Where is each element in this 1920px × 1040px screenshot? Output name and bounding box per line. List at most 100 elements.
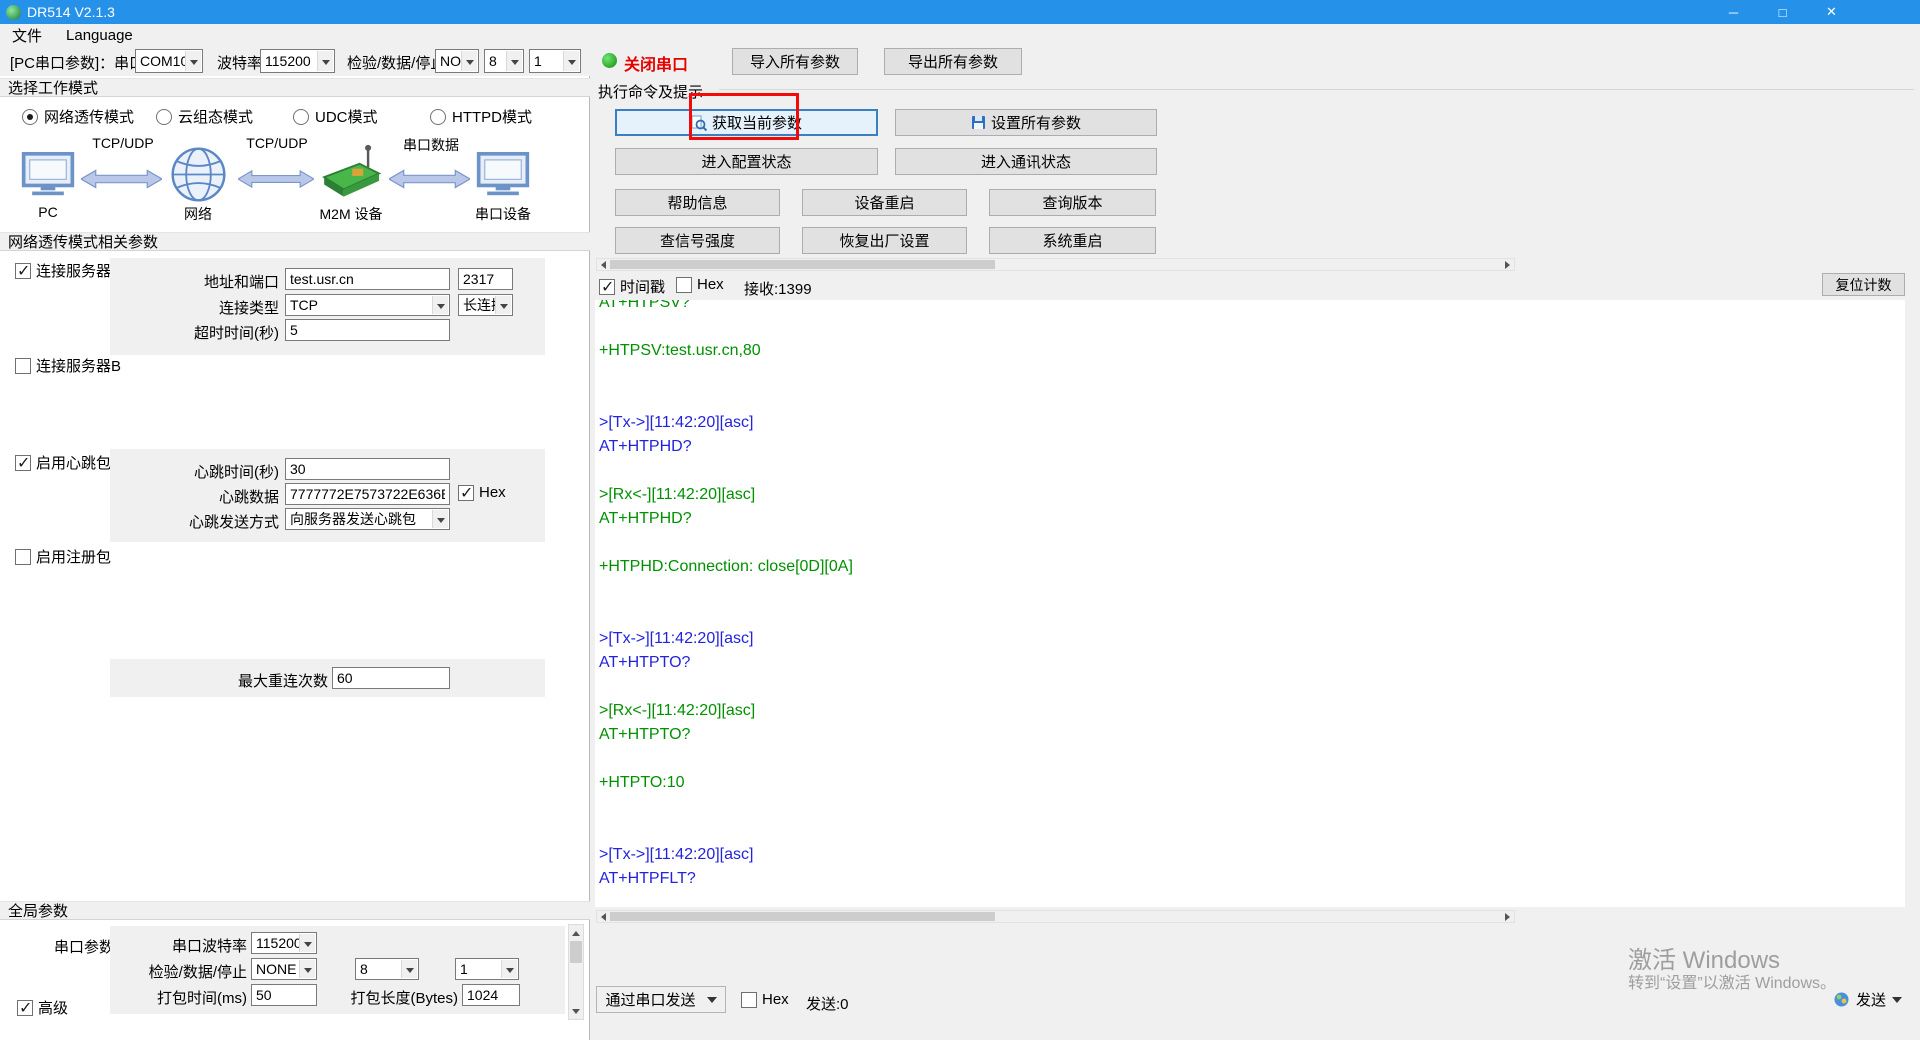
- help-info-button[interactable]: 帮助信息: [615, 189, 780, 216]
- timeout-label: 超时时间(秒): [110, 322, 279, 343]
- radio-icon: [22, 109, 38, 125]
- log-line: [599, 579, 1905, 603]
- reconnect-group: 最大重连次数: [110, 659, 545, 697]
- scrollbar-thumb[interactable]: [610, 912, 995, 921]
- menu-language[interactable]: Language: [54, 27, 145, 44]
- reset-count-button[interactable]: 复位计数: [1822, 273, 1905, 296]
- chevron-down-icon: [437, 304, 445, 309]
- parity-select[interactable]: NONI: [435, 49, 479, 73]
- pc-label: PC: [18, 204, 78, 220]
- log-line: AT+HTPTO?: [599, 723, 1905, 747]
- hb-hex-checkbox[interactable]: Hex: [458, 484, 506, 501]
- com-port-select[interactable]: COM10: [135, 49, 203, 73]
- log-line: AT+HTPSV?: [599, 300, 1905, 315]
- scroll-right-icon[interactable]: [1501, 259, 1514, 270]
- g-stopbits-select[interactable]: 1: [455, 958, 519, 980]
- query-version-button[interactable]: 查询版本: [989, 189, 1156, 216]
- conn-type-select[interactable]: TCP: [285, 294, 450, 316]
- send-mode-dropdown[interactable]: 通过串口发送: [596, 986, 726, 1013]
- hb-data-input[interactable]: [285, 483, 450, 505]
- chevron-down-icon: [506, 968, 514, 973]
- recv-hex-checkbox[interactable]: Hex: [676, 276, 724, 293]
- log-output[interactable]: AT+HTPSV? +HTPSV:test.usr.cn,80 >[Tx->][…: [595, 300, 1905, 907]
- arrow-icon: [389, 169, 470, 189]
- maximize-icon[interactable]: □: [1758, 0, 1807, 24]
- log-line: [599, 675, 1905, 699]
- log-line: +HTPSV:test.usr.cn,80: [599, 339, 1905, 363]
- scroll-left-icon[interactable]: [597, 911, 610, 922]
- scroll-right-icon[interactable]: [1501, 911, 1514, 922]
- hb-mode-select[interactable]: 向服务器发送心跳包: [285, 508, 450, 530]
- import-params-button[interactable]: 导入所有参数: [732, 48, 858, 75]
- g-baud-select[interactable]: 115200: [251, 932, 317, 954]
- radio-net-transparent-mode[interactable]: 网络透传模式: [22, 106, 134, 127]
- enter-config-state-button[interactable]: 进入配置状态: [615, 148, 878, 175]
- scroll-up-icon[interactable]: [569, 926, 583, 940]
- server-b-checkbox[interactable]: 连接服务器B: [15, 355, 121, 376]
- timeout-input[interactable]: [285, 319, 450, 341]
- radio-cloud-mode[interactable]: 云组态模式: [156, 106, 253, 127]
- system-restart-button[interactable]: 系统重启: [989, 227, 1156, 254]
- net-label: 网络: [168, 204, 228, 224]
- pack-time-input[interactable]: [251, 984, 317, 1006]
- server-addr-input[interactable]: [285, 268, 450, 290]
- chevron-down-icon: [304, 968, 312, 973]
- log-line: +HTPTO:10: [599, 771, 1905, 795]
- hb-time-label: 心跳时间(秒): [110, 461, 279, 482]
- radio-udc-mode[interactable]: UDC模式: [293, 106, 378, 127]
- network-globe-icon: [169, 145, 228, 204]
- g-databits-select[interactable]: 8: [355, 958, 419, 980]
- menu-file[interactable]: 文件: [0, 25, 54, 46]
- close-port-button[interactable]: 关闭串口: [624, 51, 688, 75]
- log-line: >[Tx->][11:42:20][asc]: [599, 843, 1905, 867]
- titlebar: DR514 V2.1.3 ─ □ ✕: [0, 0, 1920, 24]
- server-a-checkbox[interactable]: 连接服务器A: [15, 260, 121, 281]
- send-hex-checkbox[interactable]: Hex: [741, 991, 789, 1008]
- scroll-down-icon[interactable]: [569, 1004, 583, 1018]
- register-packet-checkbox[interactable]: 启用注册包: [15, 546, 111, 567]
- export-params-button[interactable]: 导出所有参数: [884, 48, 1022, 75]
- g-pds-label: 检验/数据/停止: [110, 961, 247, 982]
- databits-select[interactable]: 8: [484, 49, 524, 73]
- v-scrollbar[interactable]: [568, 924, 584, 1020]
- hb-data-label: 心跳数据: [110, 486, 279, 507]
- radio-icon: [156, 109, 172, 125]
- heartbeat-checkbox[interactable]: 启用心跳包: [15, 452, 111, 473]
- hb-time-input[interactable]: [285, 458, 450, 480]
- close-icon[interactable]: ✕: [1807, 0, 1856, 24]
- log-line: [599, 603, 1905, 627]
- device-restart-button[interactable]: 设备重启: [802, 189, 967, 216]
- stopbits-select[interactable]: 1: [529, 49, 581, 73]
- enter-comm-state-button[interactable]: 进入通讯状态: [895, 148, 1157, 175]
- baud-select[interactable]: 115200: [260, 49, 335, 73]
- chevron-down-icon: [190, 60, 198, 65]
- signal-strength-button[interactable]: 查信号强度: [615, 227, 780, 254]
- log-line: AT+HTPFLT?: [599, 867, 1905, 891]
- set-all-params-button[interactable]: 设置所有参数: [895, 109, 1157, 136]
- conn-mode-select[interactable]: 长连接: [458, 294, 513, 316]
- radio-icon: [430, 109, 446, 125]
- timestamp-checkbox[interactable]: 时间戳: [599, 276, 665, 297]
- send-button[interactable]: 发送: [1856, 989, 1902, 1010]
- pack-len-label: 打包长度(Bytes): [310, 987, 458, 1008]
- scrollbar-thumb[interactable]: [570, 941, 582, 963]
- pack-len-input[interactable]: [462, 984, 520, 1006]
- scrollbar-thumb[interactable]: [610, 260, 995, 269]
- scroll-left-icon[interactable]: [597, 259, 610, 270]
- checkbox-icon: [458, 485, 474, 501]
- minimize-icon[interactable]: ─: [1709, 0, 1758, 24]
- server-port-input[interactable]: [458, 268, 513, 290]
- h-scrollbar-top[interactable]: [596, 258, 1515, 271]
- send-icon: [1833, 991, 1850, 1008]
- radio-icon: [293, 109, 309, 125]
- reconnect-input[interactable]: [332, 667, 450, 689]
- menubar: 文件 Language: [0, 24, 1920, 46]
- factory-reset-button[interactable]: 恢复出厂设置: [802, 227, 967, 254]
- log-line: >[Rx<-][11:42:20][asc]: [599, 699, 1905, 723]
- g-parity-select[interactable]: NONE: [251, 958, 317, 980]
- checkbox-icon: [15, 358, 31, 374]
- advanced-checkbox[interactable]: 高级: [17, 997, 68, 1018]
- pc-icon: [20, 151, 76, 198]
- h-scrollbar-bottom[interactable]: [596, 910, 1515, 923]
- radio-httpd-mode[interactable]: HTTPD模式: [430, 106, 532, 127]
